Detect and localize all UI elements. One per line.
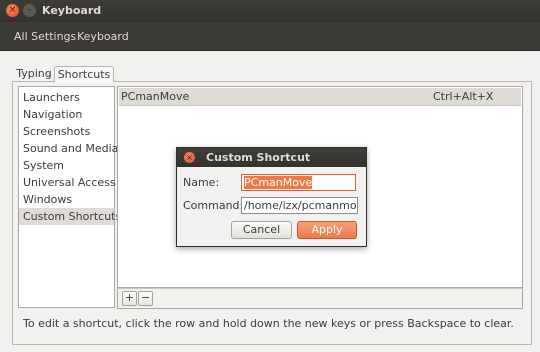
shortcut-row[interactable]: PCmanMove Ctrl+Alt+X — [119, 88, 521, 106]
window-close-icon[interactable]: × — [6, 4, 19, 17]
shortcut-name: PCmanMove — [121, 90, 190, 103]
add-shortcut-button[interactable]: + — [122, 291, 137, 306]
dialog-close-icon[interactable]: × — [184, 152, 195, 163]
window-titlebar: × – Keyboard — [0, 0, 540, 22]
apply-button[interactable]: Apply — [297, 221, 357, 239]
command-field-value: /home/izx/pcmanmov — [244, 199, 358, 212]
settings-toolbar: All Settings Keyboard — [0, 22, 540, 51]
tab-shortcuts[interactable]: Shortcuts — [54, 66, 114, 82]
window-minimize-icon[interactable]: – — [23, 4, 36, 17]
shortcut-hint: To edit a shortcut, click the row and ho… — [23, 317, 514, 330]
command-field[interactable]: /home/izx/pcmanmov — [241, 197, 358, 214]
shortcut-keys[interactable]: Ctrl+Alt+X — [433, 88, 493, 105]
dialog-titlebar: × Custom Shortcut — [177, 148, 366, 167]
category-universal-access[interactable]: Universal Access — [19, 174, 116, 191]
all-settings-button[interactable]: All Settings — [14, 30, 76, 43]
tab-typing[interactable]: Typing — [16, 66, 52, 82]
cancel-button[interactable]: Cancel — [231, 221, 292, 239]
category-list: Launchers Navigation Screenshots Sound a… — [18, 86, 121, 308]
custom-shortcut-dialog: × Custom Shortcut Name: PCmanMove Comman… — [176, 147, 367, 247]
shortcut-list-toolbar: + − — [117, 288, 523, 309]
breadcrumb-keyboard[interactable]: Keyboard — [77, 30, 129, 43]
category-navigation[interactable]: Navigation — [19, 106, 114, 123]
category-custom-shortcuts[interactable]: Custom Shortcuts — [19, 208, 121, 225]
name-label: Name: — [183, 176, 220, 189]
category-screenshots[interactable]: Screenshots — [19, 123, 114, 140]
remove-shortcut-button[interactable]: − — [138, 291, 153, 306]
name-field-value: PCmanMove — [244, 176, 313, 189]
command-label: Command: — [183, 199, 244, 212]
category-sound-and-media[interactable]: Sound and Media — [19, 140, 118, 157]
name-field[interactable]: PCmanMove — [241, 174, 356, 191]
window-title: Keyboard — [42, 4, 102, 17]
category-windows[interactable]: Windows — [19, 191, 114, 208]
category-system[interactable]: System — [19, 157, 114, 174]
category-launchers[interactable]: Launchers — [19, 89, 114, 106]
dialog-title: Custom Shortcut — [206, 151, 311, 164]
